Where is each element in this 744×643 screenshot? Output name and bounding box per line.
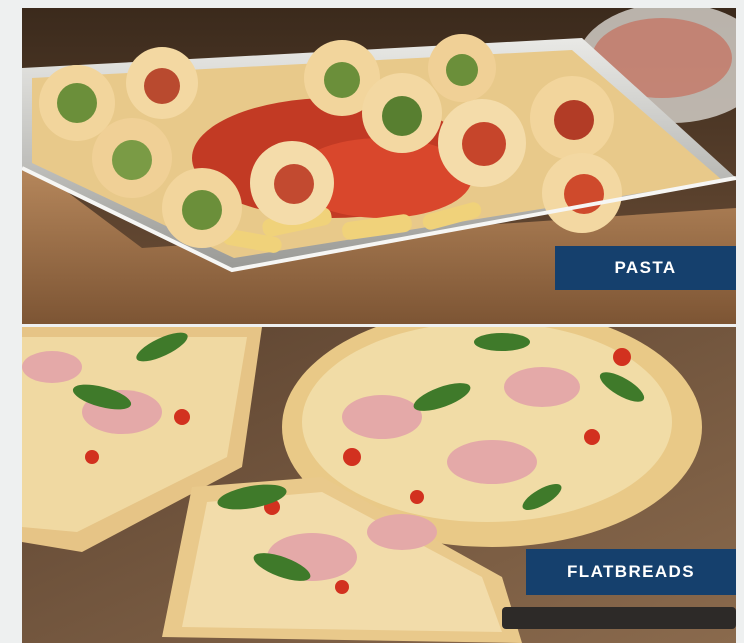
pasta-tile[interactable]: PASTA [22, 8, 736, 324]
flatbreads-label-button[interactable]: FLATBREADS [526, 549, 736, 595]
flatbread-pizza-photo [22, 327, 736, 643]
pasta-label-button[interactable]: PASTA [555, 246, 736, 290]
flatbreads-tile[interactable]: FLATBREADS [22, 327, 736, 643]
